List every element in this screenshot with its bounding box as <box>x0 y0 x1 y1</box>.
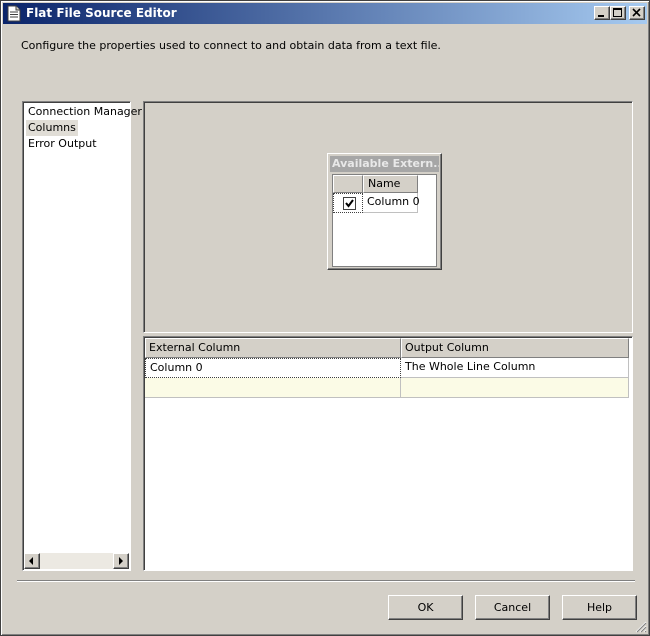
title-bar[interactable]: Flat File Source Editor <box>3 3 647 24</box>
name-column-header[interactable]: Name <box>363 175 418 193</box>
new-row-external-cell[interactable] <box>145 378 401 398</box>
external-column-header[interactable]: External Column <box>145 338 401 358</box>
column-0-checkbox[interactable] <box>343 197 356 210</box>
available-columns-title: Available Extern... <box>330 156 439 172</box>
footer-separator <box>17 580 635 582</box>
column-mapping-canvas[interactable]: Available Extern... Name Column 0 <box>143 101 633 333</box>
column-mapping-grid[interactable]: External Column Output Column Column 0 T… <box>143 336 633 571</box>
close-button[interactable] <box>629 6 645 20</box>
maximize-button[interactable] <box>610 6 626 20</box>
select-all-header[interactable] <box>333 175 363 193</box>
checkmark-icon <box>345 199 354 208</box>
new-row-output-cell[interactable] <box>401 378 629 398</box>
nav-item-error-output[interactable]: Error Output <box>26 136 99 152</box>
editor-description: Configure the properties used to connect… <box>21 39 441 52</box>
minimize-icon <box>598 15 604 17</box>
external-column-cell[interactable]: Column 0 <box>145 358 401 378</box>
arrow-left-icon <box>29 557 33 565</box>
nav-item-columns[interactable]: Columns <box>26 120 78 136</box>
output-column-cell[interactable]: The Whole Line Column <box>401 358 629 378</box>
flat-file-icon <box>7 5 21 22</box>
nav-item-connection-manager[interactable]: Connection Manager <box>26 104 144 120</box>
page-navigation-list[interactable]: Connection Manager Columns Error Output <box>22 101 142 571</box>
available-columns-grid[interactable]: Name Column 0 <box>332 174 437 267</box>
available-external-columns-box[interactable]: Available Extern... Name Column 0 <box>327 153 442 270</box>
arrow-right-icon <box>119 557 123 565</box>
scroll-left-button[interactable] <box>24 553 40 569</box>
nav-horizontal-scrollbar[interactable] <box>24 553 129 569</box>
help-button[interactable]: Help <box>562 595 637 620</box>
cancel-button[interactable]: Cancel <box>475 595 550 620</box>
minimize-button[interactable] <box>594 6 610 20</box>
close-icon <box>632 8 641 17</box>
resize-grip-icon[interactable] <box>635 621 647 633</box>
scroll-right-button[interactable] <box>113 553 129 569</box>
flat-file-source-editor-window: Flat File Source Editor Configure the pr… <box>0 0 650 636</box>
window-title: Flat File Source Editor <box>26 6 177 20</box>
maximize-icon <box>613 8 622 17</box>
ok-button[interactable]: OK <box>388 595 463 620</box>
available-column-name: Column 0 <box>363 193 420 213</box>
column-checkbox-cell[interactable] <box>333 193 363 213</box>
output-column-header[interactable]: Output Column <box>401 338 629 358</box>
